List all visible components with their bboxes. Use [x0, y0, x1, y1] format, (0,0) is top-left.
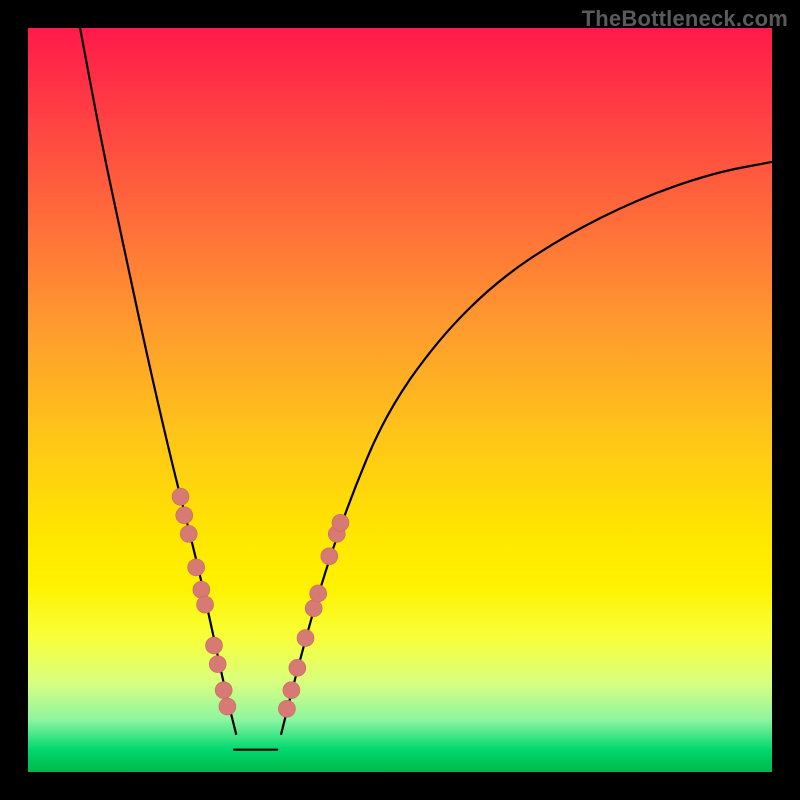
- data-marker: [297, 630, 314, 647]
- data-marker: [180, 525, 197, 542]
- data-marker: [283, 682, 300, 699]
- chart-svg: [28, 28, 772, 772]
- marker-cluster-left: [172, 488, 236, 715]
- chart-container: TheBottleneck.com: [0, 0, 800, 800]
- data-marker: [219, 698, 236, 715]
- data-marker: [209, 656, 226, 673]
- curve-left: [80, 28, 236, 735]
- data-marker: [172, 488, 189, 505]
- data-marker: [188, 559, 205, 576]
- data-marker: [289, 659, 306, 676]
- data-marker: [321, 548, 338, 565]
- data-marker: [193, 581, 210, 598]
- data-marker: [215, 682, 232, 699]
- data-marker: [197, 596, 214, 613]
- data-marker: [176, 507, 193, 524]
- curve-group: [80, 28, 772, 735]
- data-marker: [310, 585, 327, 602]
- data-marker: [278, 700, 295, 717]
- data-marker: [305, 600, 322, 617]
- marker-cluster-right: [278, 514, 349, 717]
- curve-right: [281, 162, 772, 735]
- plot-area: [28, 28, 772, 772]
- data-marker: [332, 514, 349, 531]
- data-marker: [206, 637, 223, 654]
